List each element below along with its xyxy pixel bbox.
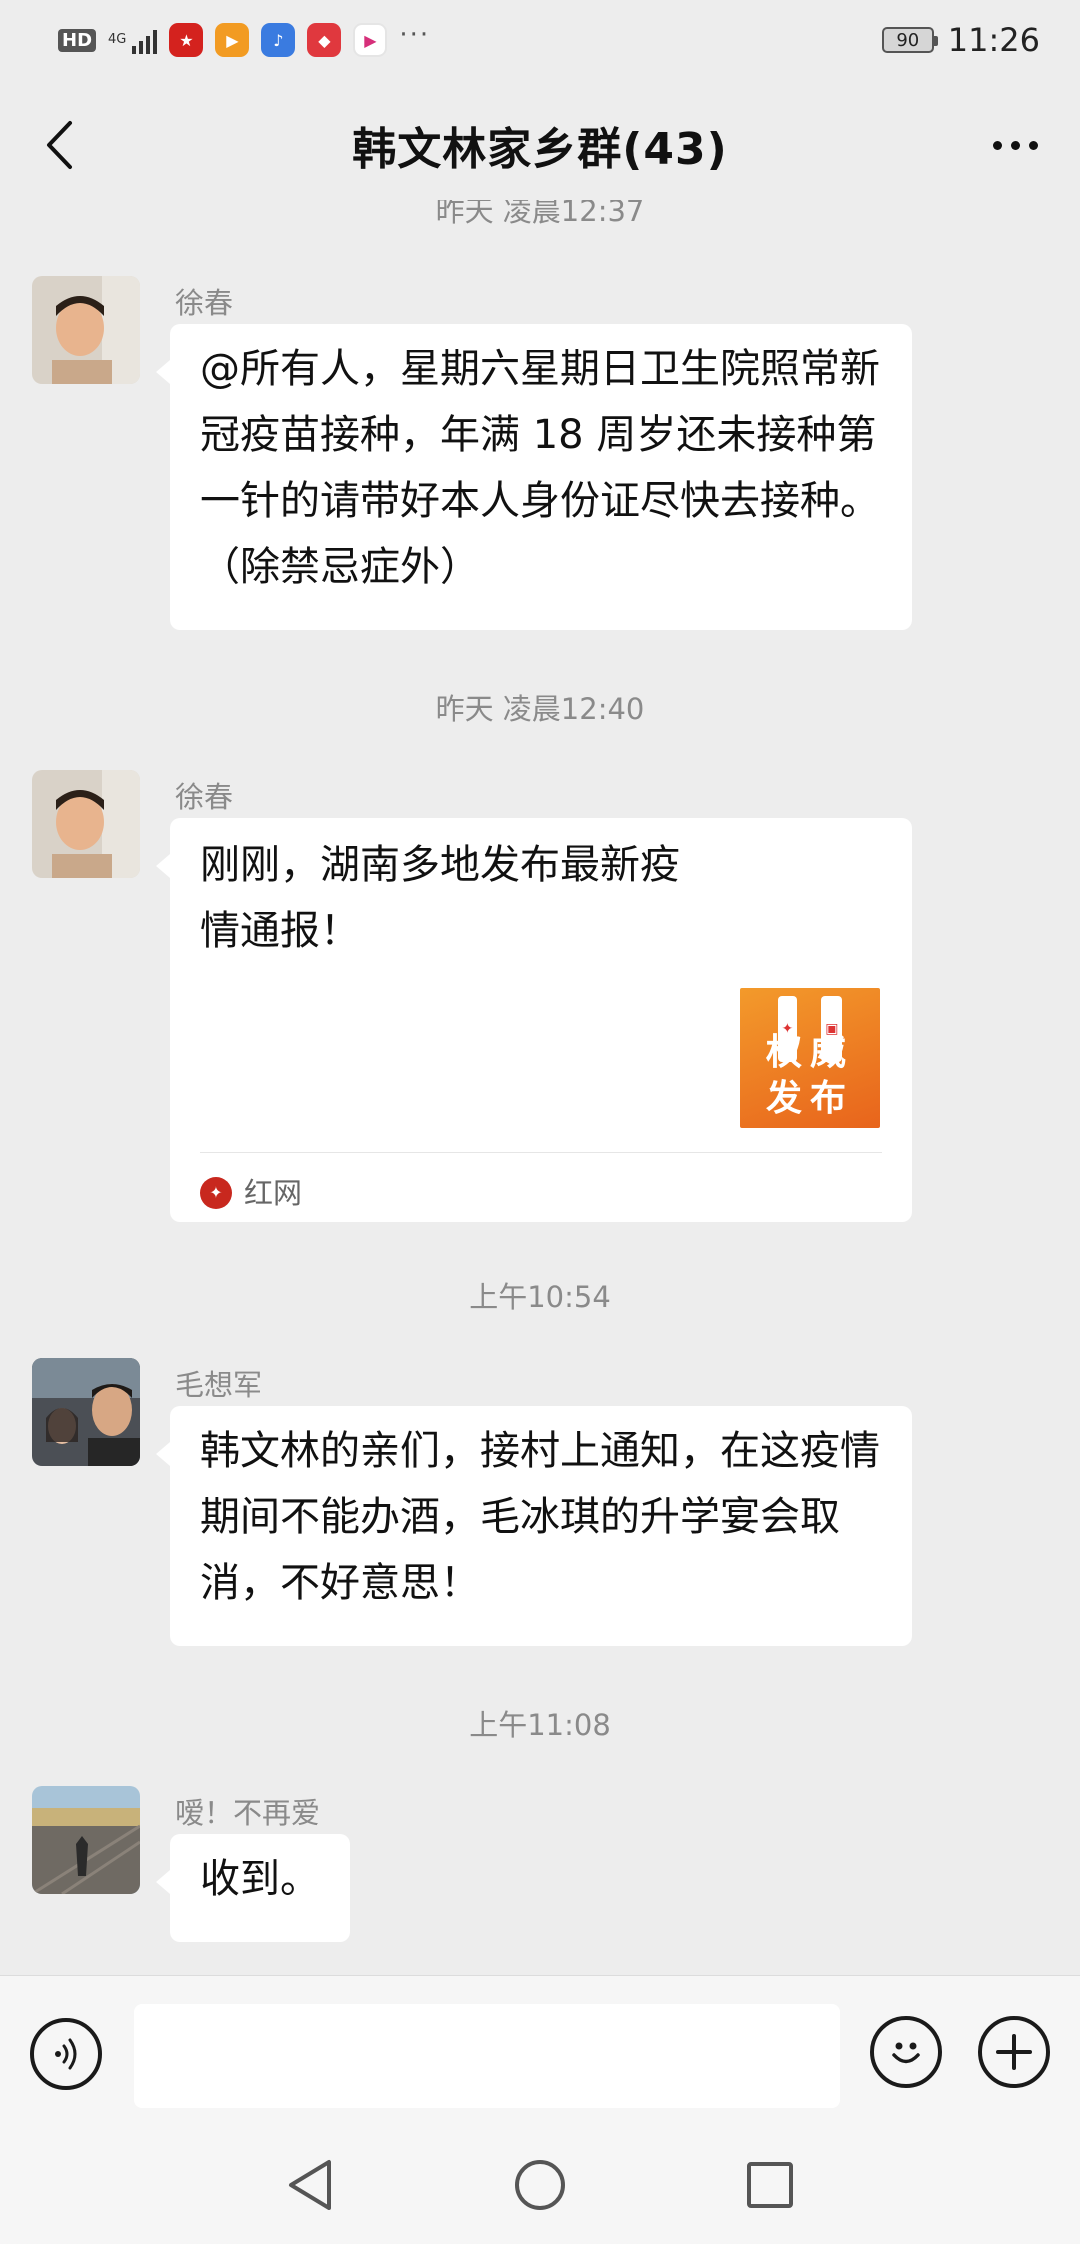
news-app-icon: ★ (169, 23, 204, 57)
message-text: 收到。 (200, 1856, 320, 1902)
dot-icon (1028, 140, 1038, 150)
message-bubble[interactable]: 收到。 (156, 1834, 350, 1942)
smiley-icon (892, 2042, 920, 2064)
sender-name: 徐春 (175, 286, 234, 320)
card-source: ✦ 红网 (200, 1163, 302, 1223)
card-divider (200, 1152, 882, 1153)
timestamp: 昨天 凌晨12:40 (435, 692, 645, 726)
dot-icon (1010, 140, 1020, 150)
message-list[interactable]: 昨天 凌晨12:37 徐春 @所有人，星期六星期日卫生院照常新冠疫苗接种，年满 … (0, 200, 1080, 1970)
triangle-back-icon (289, 2160, 331, 2210)
video-app-icon: ▶ (215, 23, 250, 57)
message-bubble[interactable]: 韩文林的亲们，接村上通知，在这疫情期间不能办酒，毛冰琪的升学宴会取消，不好意思！ (156, 1406, 912, 1646)
input-bar (0, 1975, 1080, 2125)
avatar-photo-icon (32, 1358, 140, 1466)
avatar-photo-icon (32, 276, 140, 384)
link-card[interactable]: 刚刚，湖南多地发布最新疫情通报！ ✦ ▣ 权威 发布 ✦ 红网 (156, 818, 912, 1223)
chat-header: 韩文林家乡群(43) (0, 80, 1080, 210)
more-functions-button[interactable] (978, 2016, 1050, 2088)
more-notifications-icon: ··· (399, 20, 431, 50)
hongwang-logo-icon: ✦ (200, 1177, 232, 1209)
system-navigation-bar (0, 2125, 1080, 2244)
hongwang-logo-icon: ✦ (777, 996, 798, 1062)
voice-icon (55, 2038, 77, 2070)
card-title: 刚刚，湖南多地发布最新疫情通报！ (200, 842, 680, 954)
chevron-left-icon (47, 121, 72, 169)
dot-icon (992, 140, 1002, 150)
square-recents-icon (747, 2162, 793, 2208)
battery-level: 90 (896, 29, 920, 51)
thumbnail-logos: ✦ ▣ (777, 996, 843, 1062)
avatar[interactable] (32, 770, 140, 878)
status-left: HD 4G ★ ▶ ♪ ◆ ▶ ··· (58, 20, 431, 57)
avatar[interactable] (32, 1358, 140, 1466)
message-input[interactable] (134, 2004, 840, 2108)
message-bubble[interactable]: @所有人，星期六星期日卫生院照常新冠疫苗接种，年满 18 周岁还未接种第一针的请… (156, 324, 912, 630)
source-name: 红网 (244, 1176, 303, 1210)
message-text: 韩文林的亲们，接村上通知，在这疫情期间不能办酒，毛冰琪的升学宴会取消，不好意思！ (200, 1428, 880, 1606)
nav-back-button[interactable] (280, 2155, 340, 2215)
plus-icon (996, 2034, 1032, 2070)
store-app-icon: ◆ (307, 23, 342, 57)
avatar-photo-icon (32, 1786, 140, 1894)
sender-name: 嗳！不再爱 (175, 1796, 321, 1830)
card-thumbnail: ✦ ▣ 权威 发布 (740, 988, 880, 1128)
battery-icon: 90 (881, 27, 938, 53)
message-text: @所有人，星期六星期日卫生院照常新冠疫苗接种，年满 18 周岁还未接种第一针的请… (200, 346, 880, 590)
avatar[interactable] (32, 276, 140, 384)
back-button[interactable] (30, 110, 90, 180)
nav-recents-button[interactable] (740, 2155, 800, 2215)
status-bar: HD 4G ★ ▶ ♪ ◆ ▶ ··· 90 11:26 (0, 0, 1080, 80)
thumbnail-text-2: 发布 (765, 1078, 854, 1119)
hd-badge: HD (58, 28, 97, 52)
sender-name: 毛想军 (175, 1368, 263, 1402)
timestamp: 上午10:54 (469, 1280, 611, 1314)
network-type: 4G (108, 32, 127, 47)
circle-home-icon (515, 2160, 565, 2210)
page-title: 韩文林家乡群(43) (352, 124, 728, 175)
status-right: 90 11:26 (881, 21, 1040, 59)
signal-icon (132, 26, 158, 54)
clock: 11:26 (947, 21, 1040, 59)
live-app-icon: ▶ (353, 23, 388, 57)
news-logo-icon: ▣ (821, 996, 843, 1062)
timestamp: 昨天 凌晨12:37 (435, 200, 645, 228)
nav-home-button[interactable] (510, 2155, 570, 2215)
more-options-button[interactable] (980, 110, 1050, 180)
voice-button[interactable] (30, 2018, 102, 2090)
emoji-button[interactable] (870, 2016, 942, 2088)
sender-name: 徐春 (175, 780, 234, 814)
avatar-photo-icon (32, 770, 140, 878)
timestamp: 上午11:08 (469, 1708, 611, 1742)
music-app-icon: ♪ (261, 23, 296, 57)
avatar[interactable] (32, 1786, 140, 1894)
